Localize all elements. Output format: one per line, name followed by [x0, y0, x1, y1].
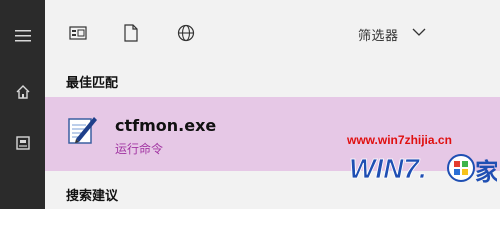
chevron-down-icon[interactable]: [411, 24, 427, 40]
search-suggestions-heading: 搜索建议: [66, 189, 119, 204]
documents-button[interactable]: [0, 125, 45, 161]
filter-dropdown-label[interactable]: 筛选器: [358, 25, 399, 44]
search-window: 筛选器 最佳匹配 ctfmon.exe 运行命令 搜索建议 www.win7zh…: [0, 0, 500, 209]
apps-icon: [69, 26, 87, 40]
web-filter-button[interactable]: [175, 22, 197, 44]
win7-watermark-logo: WIN7. 家: [349, 153, 497, 186]
filter-toolbar: 筛选器: [45, 0, 500, 62]
web-icon: [177, 24, 195, 42]
home-button[interactable]: [0, 74, 45, 110]
app-type: 运行命令: [115, 142, 164, 156]
hamburger-menu-icon: [14, 30, 31, 42]
documents-filter-button[interactable]: [120, 22, 142, 44]
best-match-heading: 最佳匹配: [66, 76, 119, 91]
watermark-url: www.win7zhijia.cn: [347, 133, 452, 147]
documents-icon: [15, 136, 30, 150]
home-icon: [16, 85, 29, 99]
app-name: ctfmon.exe: [115, 116, 217, 135]
watermark-logo-suffix: 家: [475, 158, 497, 186]
svg-text:WIN7.: WIN7.: [349, 153, 427, 184]
hamburger-menu-button[interactable]: [0, 18, 45, 54]
document-icon: [124, 24, 138, 42]
search-results-panel: 筛选器 最佳匹配 ctfmon.exe 运行命令 搜索建议 www.win7zh…: [45, 0, 500, 209]
left-rail: [0, 0, 45, 209]
notepad-app-icon: [68, 117, 97, 144]
apps-filter-button[interactable]: [67, 22, 89, 44]
